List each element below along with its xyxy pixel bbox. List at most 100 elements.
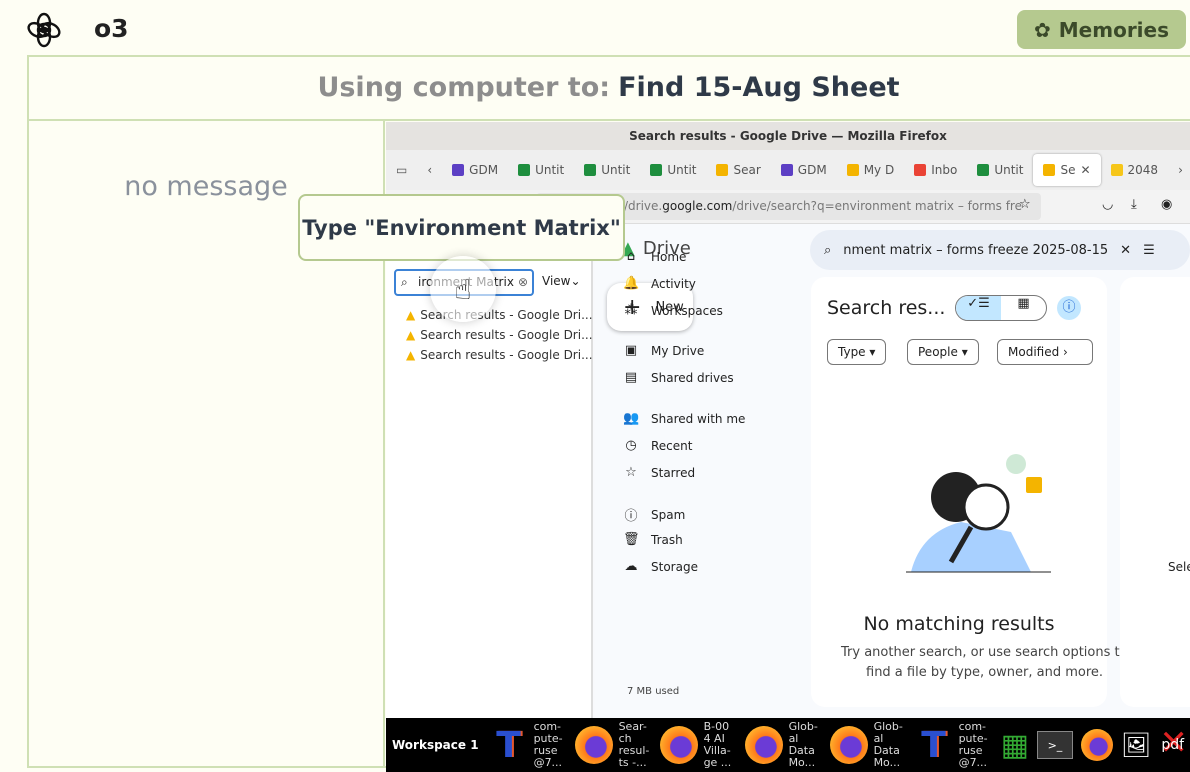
nav-icon: 👥 [623,411,640,426]
nav-label: Recent [651,438,693,453]
nav-icon: 🗑 [623,532,640,547]
nav-item-trash[interactable]: 🗑 Trash [623,532,683,547]
tab-favicon-icon [452,164,465,176]
nav-label: My Drive [651,343,705,358]
browser-tab[interactable]: Se ✕ [1033,154,1101,186]
tab-favicon-icon [977,164,990,176]
list-view-icon[interactable]: ✓☰ [956,296,1001,320]
tab-label: Untit [994,163,1024,177]
filter-modified[interactable]: Modified › [997,339,1093,365]
results-title: Search res... [827,297,946,319]
grid-view-icon[interactable]: ▦ [1001,296,1046,320]
taskbar-window[interactable]: Glob-al Data Mo... [742,721,823,769]
browser-tab[interactable]: GDM [442,154,508,186]
nav-item-workspaces[interactable]: ⁂ Workspaces [623,303,723,318]
nav-item-starred[interactable]: ☆ Starred [623,465,695,480]
nav-item-storage[interactable]: ☁ Storage [623,559,698,574]
taskbar-window-label: B-00 4 AI Villa-ge ... [703,720,732,769]
tab-scroll-right-icon[interactable]: › [1168,154,1190,186]
tab-favicon-icon [518,164,531,176]
tab-label: GDM [469,163,499,177]
terminal-icon[interactable]: >_ [1036,731,1073,759]
nav-icon: ⁂ [624,303,638,318]
empty-text: Try another search, or use search option… [841,645,1128,660]
browser-tab[interactable]: Untit [574,154,640,186]
nav-item-recent[interactable]: ◷ Recent [623,438,692,453]
nav-icon: ▣ [624,343,638,358]
browser-tab[interactable]: My D [837,154,905,186]
account-icon[interactable]: ◉ [1161,197,1172,212]
nav-item-shared-with-me[interactable]: 👥 Shared with me [623,411,745,426]
filter-people[interactable]: People ▾ [907,339,979,365]
nav-item-home[interactable]: ⌂ Home [623,249,687,264]
tab-label: My D [863,163,895,177]
pocket-icon[interactable]: ◡ [1102,197,1113,212]
info-icon[interactable]: ⓘ [1057,296,1081,320]
browser-tab[interactable]: Sear [706,154,770,186]
drive-icon: ▲ [406,328,416,342]
nav-label: Home [651,249,687,264]
view-toggle[interactable]: ✓☰ ▦ [955,295,1047,321]
browser-tab[interactable]: 2048 [1101,154,1169,186]
browser-tab[interactable]: Inbo [904,154,967,186]
taskbar-window-label: Sear-ch resul-ts -... [618,720,650,769]
empty-title: No matching results [863,613,1055,635]
taskbar-window-label: Glob-al Data Mo... [873,720,903,769]
firefox-icon[interactable] [1080,729,1113,761]
xterm-icon: T [921,724,946,766]
taskbar-window[interactable]: Sear-ch resul-ts -... [572,721,653,769]
download-icon[interactable]: ⤓ [1131,197,1137,212]
tab-overview-icon[interactable]: ▭ [386,154,417,186]
filter-type[interactable]: Type ▾ [827,339,887,365]
firefox-icon [742,723,786,767]
nav-item-activity[interactable]: 🔔 Activity [623,276,696,291]
close-tab-icon[interactable]: ✕ [1080,163,1090,177]
nav-item-spam[interactable]: ⓘ Spam [623,505,685,525]
google-drive-page: ▲ Drive ⌕ nment matrix – forms freeze 2025… [595,224,1190,718]
browser-tab[interactable]: Untit [967,154,1033,186]
history-item[interactable]: ▲ Search results - Google Dri... [406,308,593,322]
firefox-icon [657,723,701,767]
nav-item-shared-drives[interactable]: ▤ Shared drives [623,370,734,385]
browser-tab[interactable]: Untit [640,154,706,186]
task-header: Using computer to: Find 15-Aug Sheet [27,55,1190,121]
bookmark-star-icon[interactable]: ☆ [1019,197,1031,212]
taskbar-window[interactable]: Tcom-pute-ruse @7... [487,721,568,769]
tab-label: Untit [535,163,565,177]
tab-favicon-icon [650,164,663,176]
taskbar-window[interactable]: B-00 4 AI Villa-ge ... [657,721,738,769]
memories-label: Memories [1058,17,1169,42]
search-icon: ⌕ [824,242,832,258]
clear-search-icon[interactable]: ✕ [1120,243,1131,258]
memories-button[interactable]: ✿ Memories [1017,10,1186,49]
xterm-icon: T [496,724,521,766]
taskbar-window-label: com-pute-ruse @7... [533,720,563,769]
taskbar-window[interactable]: Glob-al Data Mo... [827,721,908,769]
search-options-icon[interactable]: ☰ [1143,243,1155,258]
history-item[interactable]: ▲ Search results - Google Dri... [406,328,593,342]
drive-search-input[interactable]: ⌕ nment matrix – forms freeze 2025-08-15 ✕… [810,230,1190,270]
spreadsheet-icon[interactable]: ▦ [1001,728,1029,763]
clear-icon[interactable]: ⊗ [518,271,528,294]
history-item[interactable]: ▲ Search results - Google Dri... [406,348,593,362]
tab-favicon-icon [584,164,597,176]
nav-label: Workspaces [651,303,723,318]
browser-tab[interactable]: Untit [508,154,574,186]
nav-item-my-drive[interactable]: ▣ My Drive [623,343,704,358]
browser-tab[interactable]: GDM [771,154,837,186]
drive-icon: ▲ [406,348,416,362]
tab-bar: ▭ ‹ GDM Untit Untit Untit Sear GDM My D Inbo Unt… [386,150,1190,190]
nav-icon: ☆ [625,465,637,480]
view-dropdown[interactable]: View⌄ [542,274,581,288]
nav-icon: ⓘ [624,509,638,524]
pdf-viewer-icon[interactable]: ✕ pdf [1159,723,1188,763]
action-tooltip: Type "Environment Matrix" [298,194,625,261]
taskbar-window[interactable]: Tcom-pute-ruse @7... [912,721,993,769]
task-prefix: Using computer to: [317,71,611,103]
firefox-icon [827,723,871,767]
tab-scroll-left-icon[interactable]: ‹ [417,154,442,186]
tab-favicon-icon [1110,164,1123,176]
image-viewer-icon[interactable]: 🖼 [1121,731,1151,759]
details-panel: Sele [1120,277,1190,707]
tab-favicon-icon [780,164,793,176]
